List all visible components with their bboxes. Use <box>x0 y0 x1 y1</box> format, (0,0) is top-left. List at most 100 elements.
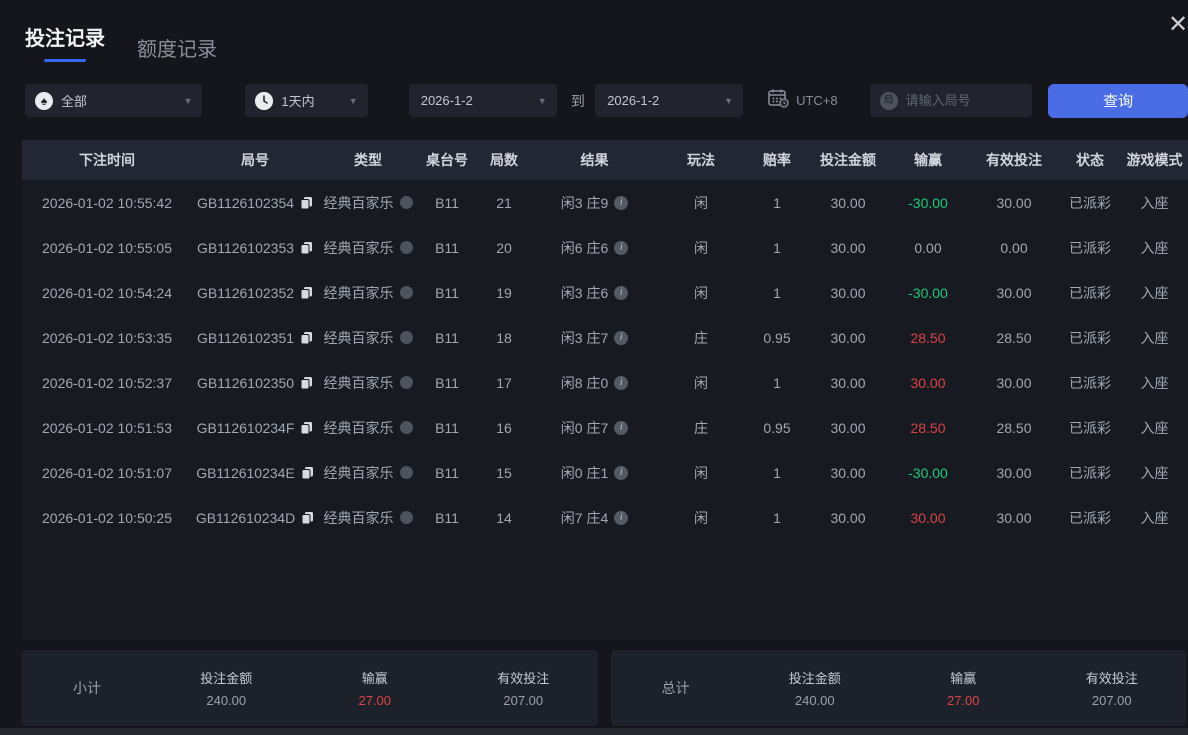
cell-round-count: 21 <box>476 195 532 211</box>
cell-valid-bet: 30.00 <box>969 375 1059 391</box>
cell-odds: 1 <box>745 195 809 211</box>
cell-table-no: B11 <box>418 510 476 526</box>
cell-mode: 入座 <box>1121 238 1188 258</box>
round-id-search-field[interactable]: 局 <box>870 84 1033 117</box>
cell-round-count: 15 <box>476 465 532 481</box>
tab-quota-records[interactable]: 额度记录 <box>137 33 217 62</box>
info-icon[interactable]: i <box>614 286 628 300</box>
cell-bet-time: 2026-01-02 10:51:53 <box>22 420 192 436</box>
cell-status: 已派彩 <box>1059 463 1121 483</box>
subtotal-bet-amount: 投注金额 240.00 <box>152 668 301 708</box>
copy-icon[interactable] <box>300 331 313 345</box>
result-text: 闲3 庄9 <box>561 193 608 213</box>
cell-odds: 1 <box>745 510 809 526</box>
cell-play: 闲 <box>657 193 745 213</box>
date-to-select[interactable]: 2026-1-2 ▼ <box>595 84 743 117</box>
game-type-text: 经典百家乐 <box>324 238 394 258</box>
date-from-value: 2026-1-2 <box>421 93 473 108</box>
result-text: 闲0 庄7 <box>561 418 608 438</box>
cell-game-type: 经典百家乐 <box>318 508 418 528</box>
column-header-11: 状态 <box>1059 150 1121 170</box>
column-header-8: 投注金额 <box>809 150 887 170</box>
round-id-input[interactable] <box>906 93 1021 108</box>
game-status-icon <box>400 376 413 389</box>
date-to-value: 2026-1-2 <box>607 93 659 108</box>
cell-bet-amount: 30.00 <box>809 375 887 391</box>
info-icon[interactable]: i <box>614 241 628 255</box>
cell-game-type: 经典百家乐 <box>318 463 418 483</box>
cell-play: 闲 <box>657 283 745 303</box>
cell-bet-amount: 30.00 <box>809 510 887 526</box>
game-type-text: 经典百家乐 <box>324 328 394 348</box>
cell-round-count: 14 <box>476 510 532 526</box>
copy-icon[interactable] <box>300 376 313 390</box>
summary-bar: 小计 投注金额 240.00 输赢 27.00 有效投注 207.00 总计 投… <box>22 650 1186 726</box>
cell-mode: 入座 <box>1121 418 1188 438</box>
cell-play: 闲 <box>657 373 745 393</box>
info-icon[interactable]: i <box>614 376 628 390</box>
game-type-text: 经典百家乐 <box>324 283 394 303</box>
info-icon[interactable]: i <box>614 511 628 525</box>
cell-result: 闲3 庄9 i <box>532 193 657 213</box>
calendar-clock-icon <box>768 88 789 113</box>
cell-mode: 入座 <box>1121 373 1188 393</box>
copy-icon[interactable] <box>300 286 313 300</box>
cell-game-type: 经典百家乐 <box>318 283 418 303</box>
cell-round-id: GB112610234E <box>192 465 318 481</box>
result-text: 闲3 庄6 <box>561 283 608 303</box>
game-type-select-value: 全部 <box>61 91 87 110</box>
info-icon[interactable]: i <box>614 466 628 480</box>
column-header-4: 局数 <box>476 150 532 170</box>
game-type-text: 经典百家乐 <box>324 508 394 528</box>
cell-result: 闲8 庄0 i <box>532 373 657 393</box>
active-tab-underline <box>44 59 86 62</box>
cell-bet-time: 2026-01-02 10:55:05 <box>22 240 192 256</box>
cell-game-type: 经典百家乐 <box>318 418 418 438</box>
info-icon[interactable]: i <box>614 421 628 435</box>
query-button[interactable]: 查询 <box>1048 84 1188 118</box>
tab-bet-records[interactable]: 投注记录 <box>25 22 105 62</box>
timezone-indicator: UTC+8 <box>768 88 838 113</box>
timezone-label: UTC+8 <box>796 93 838 108</box>
copy-icon[interactable] <box>300 421 313 435</box>
column-header-6: 玩法 <box>657 150 745 170</box>
cell-valid-bet: 28.50 <box>969 330 1059 346</box>
cell-round-count: 20 <box>476 240 532 256</box>
chevron-down-icon: ▼ <box>183 96 192 106</box>
date-from-select[interactable]: 2026-1-2 ▼ <box>409 84 557 117</box>
cell-game-type: 经典百家乐 <box>318 373 418 393</box>
cell-valid-bet: 28.50 <box>969 420 1059 436</box>
game-type-select[interactable]: ♠ 全部 ▼ <box>25 84 202 117</box>
cell-mode: 入座 <box>1121 328 1188 348</box>
result-text: 闲3 庄7 <box>561 328 608 348</box>
cell-win-loss: -30.00 <box>887 285 969 301</box>
total-label: 总计 <box>611 678 741 698</box>
date-to-label: 到 <box>565 91 592 111</box>
info-icon[interactable]: i <box>614 331 628 345</box>
game-status-icon <box>400 511 413 524</box>
cell-odds: 1 <box>745 285 809 301</box>
cell-round-id: GB1126102352 <box>192 285 318 301</box>
column-header-9: 输赢 <box>887 150 969 170</box>
time-range-select[interactable]: 1天内 ▼ <box>245 84 367 117</box>
cell-mode: 入座 <box>1121 463 1188 483</box>
cell-play: 闲 <box>657 508 745 528</box>
cell-round-count: 19 <box>476 285 532 301</box>
copy-icon[interactable] <box>300 241 313 255</box>
table-row: 2026-01-02 10:55:42 GB1126102354 经典百家乐 B… <box>22 180 1188 225</box>
cell-bet-time: 2026-01-02 10:50:25 <box>22 510 192 526</box>
chevron-down-icon: ▼ <box>724 96 733 106</box>
copy-icon[interactable] <box>300 196 313 210</box>
cell-result: 闲0 庄7 i <box>532 418 657 438</box>
table-row: 2026-01-02 10:51:07 GB112610234E 经典百家乐 B… <box>22 450 1188 495</box>
copy-icon[interactable] <box>301 511 314 525</box>
column-header-2: 类型 <box>318 150 418 170</box>
cell-bet-amount: 30.00 <box>809 330 887 346</box>
info-icon[interactable]: i <box>614 196 628 210</box>
copy-icon[interactable] <box>301 466 314 480</box>
total-panel: 总计 投注金额 240.00 输赢 27.00 有效投注 207.00 <box>611 650 1187 726</box>
table-body: 2026-01-02 10:55:42 GB1126102354 经典百家乐 B… <box>22 180 1188 640</box>
close-icon[interactable]: ✕ <box>1168 10 1188 40</box>
column-header-5: 结果 <box>532 150 657 170</box>
cell-bet-amount: 30.00 <box>809 285 887 301</box>
